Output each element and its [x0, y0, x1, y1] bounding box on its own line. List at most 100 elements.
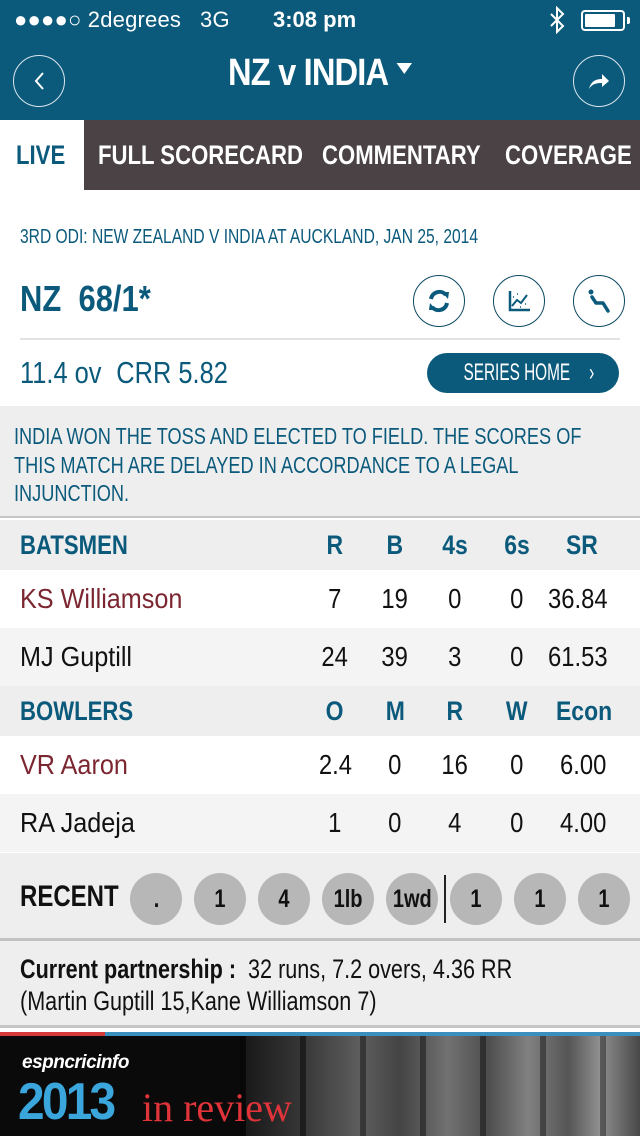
batsman-strike-rate: 36.84: [548, 583, 608, 614]
graph-icon: [508, 291, 530, 312]
bowler-overs: 1: [328, 807, 342, 838]
clock: 3:08 pm: [273, 7, 357, 32]
batsman-name: MJ Guptill: [20, 641, 133, 672]
tab-label: LIVE: [16, 139, 66, 170]
overs-info: 11.4 ov CRR 5.82: [20, 355, 228, 391]
share-arrow-icon: [589, 74, 609, 89]
column-header-fours: 4s: [442, 529, 468, 560]
bluetooth-icon: [550, 6, 565, 34]
tab-full-scorecard[interactable]: FULL SCORECARD: [98, 120, 348, 190]
bowler-economy: 6.00: [560, 749, 607, 780]
tab-bar: LIVE FULL SCORECARD COMMENTARY COVERAGE: [0, 120, 640, 190]
ball-result[interactable]: 1: [578, 873, 630, 925]
banner-player-faces-image: [240, 1036, 640, 1136]
tab-label: FULL SCORECARD: [98, 139, 304, 170]
page-title: NZ v INDIA: [227, 52, 389, 94]
partnership-detail: (Martin Guptill 15,Kane Williamson 7): [20, 986, 377, 1016]
batsman-name: KS Williamson: [20, 583, 183, 614]
tab-coverage[interactable]: COVERAGE: [505, 120, 640, 190]
ball-result[interactable]: 1lb: [322, 873, 374, 925]
batsman-sixes: 0: [510, 641, 524, 672]
team-name: NZ: [20, 278, 62, 319]
graphs-button[interactable]: [493, 275, 545, 327]
batsman-fours: 0: [448, 583, 462, 614]
ball-result[interactable]: 1: [194, 873, 246, 925]
match-title: 3RD ODI: NEW ZEALAND V INDIA AT AUCKLAND…: [20, 226, 479, 248]
match-notice: INDIA WON THE TOSS AND ELECTED TO FIELD.…: [0, 406, 640, 518]
player-stats-icon: [588, 289, 610, 313]
refresh-button[interactable]: [413, 275, 465, 327]
batsman-balls: 19: [381, 583, 409, 614]
batsman-fours: 3: [448, 641, 462, 672]
bowler-wickets: 0: [510, 749, 524, 780]
batsman-row[interactable]: KS Williamson 7 19 0 0 36.84: [0, 570, 640, 628]
column-header-strike-rate: SR: [566, 529, 598, 560]
recent-balls: RECENT . 1 4 1lb 1wd 1 1 1: [0, 853, 640, 941]
column-header-maidens: M: [385, 695, 405, 726]
batsman-runs: 7: [328, 583, 342, 614]
bowler-maidens: 0: [388, 807, 402, 838]
carrier-name: 2degrees: [87, 7, 182, 32]
bowler-wickets: 0: [510, 807, 524, 838]
tab-label: COVERAGE: [505, 139, 632, 170]
bowler-economy: 4.00: [560, 807, 607, 838]
battery-tip: [627, 17, 630, 24]
bowler-row[interactable]: VR Aaron 2.4 0 16 0 6.00: [0, 736, 640, 794]
status-bar: ●●●●○ 2degrees 3G 3:08 pm: [0, 0, 640, 42]
player-stats-button[interactable]: [573, 275, 625, 327]
title-container: NZ v INDIA: [0, 52, 640, 95]
banner-accent-red: [0, 1032, 105, 1036]
tab-label: COMMENTARY: [322, 139, 481, 170]
over-separator: [444, 875, 446, 923]
bowler-runs: 16: [441, 749, 469, 780]
column-header-batsmen: BATSMEN: [20, 529, 128, 560]
partnership-summary: 32 runs, 7.2 overs, 4.36 RR: [248, 954, 513, 984]
batsman-runs: 24: [321, 641, 349, 672]
notice-text: INDIA WON THE TOSS AND ELECTED TO FIELD.…: [14, 423, 582, 506]
espncricinfo-logo: espncricinfo: [22, 1052, 129, 1073]
column-header-runs: R: [446, 695, 464, 726]
bowler-name: VR Aaron: [20, 749, 128, 780]
ball-result[interactable]: 1wd: [386, 873, 438, 925]
chevron-right-icon: ›: [589, 359, 595, 386]
carrier-info: ●●●●○ 2degrees 3G: [14, 7, 230, 33]
current-run-rate: CRR 5.82: [116, 355, 228, 390]
tab-commentary[interactable]: COMMENTARY: [322, 120, 515, 190]
tab-live[interactable]: LIVE: [0, 120, 84, 190]
current-partnership: Current partnership : 32 runs, 7.2 overs…: [0, 941, 640, 1028]
promo-banner[interactable]: espncricinfo 2013 in review: [0, 1032, 640, 1136]
bowlers-header: BOWLERS O M R W Econ: [0, 686, 640, 736]
ball-result[interactable]: 1: [514, 873, 566, 925]
banner-text: in review: [142, 1085, 292, 1130]
banner-year: 2013: [18, 1073, 116, 1131]
ball-result[interactable]: .: [130, 873, 182, 925]
ball-result[interactable]: 1: [450, 873, 502, 925]
series-home-label: SERIES HOME: [463, 359, 571, 386]
battery-icon: [581, 10, 625, 31]
batsman-strike-rate: 61.53: [548, 641, 608, 672]
batsman-row[interactable]: MJ Guptill 24 39 3 0 61.53: [0, 628, 640, 686]
series-home-button[interactable]: SERIES HOME ›: [427, 353, 619, 393]
match-selector[interactable]: NZ v INDIA: [227, 52, 413, 95]
caret-down-icon: [396, 63, 413, 75]
bowler-runs: 4: [448, 807, 462, 838]
ball-result[interactable]: 4: [258, 873, 310, 925]
batsman-balls: 39: [381, 641, 409, 672]
network-type: 3G: [200, 7, 230, 32]
column-header-economy: Econ: [556, 695, 613, 726]
partnership-label: Current partnership :: [20, 954, 237, 984]
bowler-row[interactable]: RA Jadeja 1 0 4 0 4.00: [0, 794, 640, 852]
bowler-maidens: 0: [388, 749, 402, 780]
bowler-name: RA Jadeja: [20, 807, 135, 838]
app-header: ●●●●○ 2degrees 3G 3:08 pm NZ v INDIA: [0, 0, 640, 120]
share-button[interactable]: [573, 55, 625, 107]
column-header-overs: O: [326, 695, 344, 726]
recent-label: RECENT: [20, 880, 119, 913]
column-header-runs: R: [326, 529, 344, 560]
refresh-icon: [429, 289, 449, 313]
column-header-bowlers: BOWLERS: [20, 695, 134, 726]
column-header-wickets: W: [506, 695, 528, 726]
overs-value: 11.4 ov: [20, 355, 102, 390]
divider: [20, 338, 620, 340]
signal-strength: ●●●●○: [14, 7, 82, 32]
